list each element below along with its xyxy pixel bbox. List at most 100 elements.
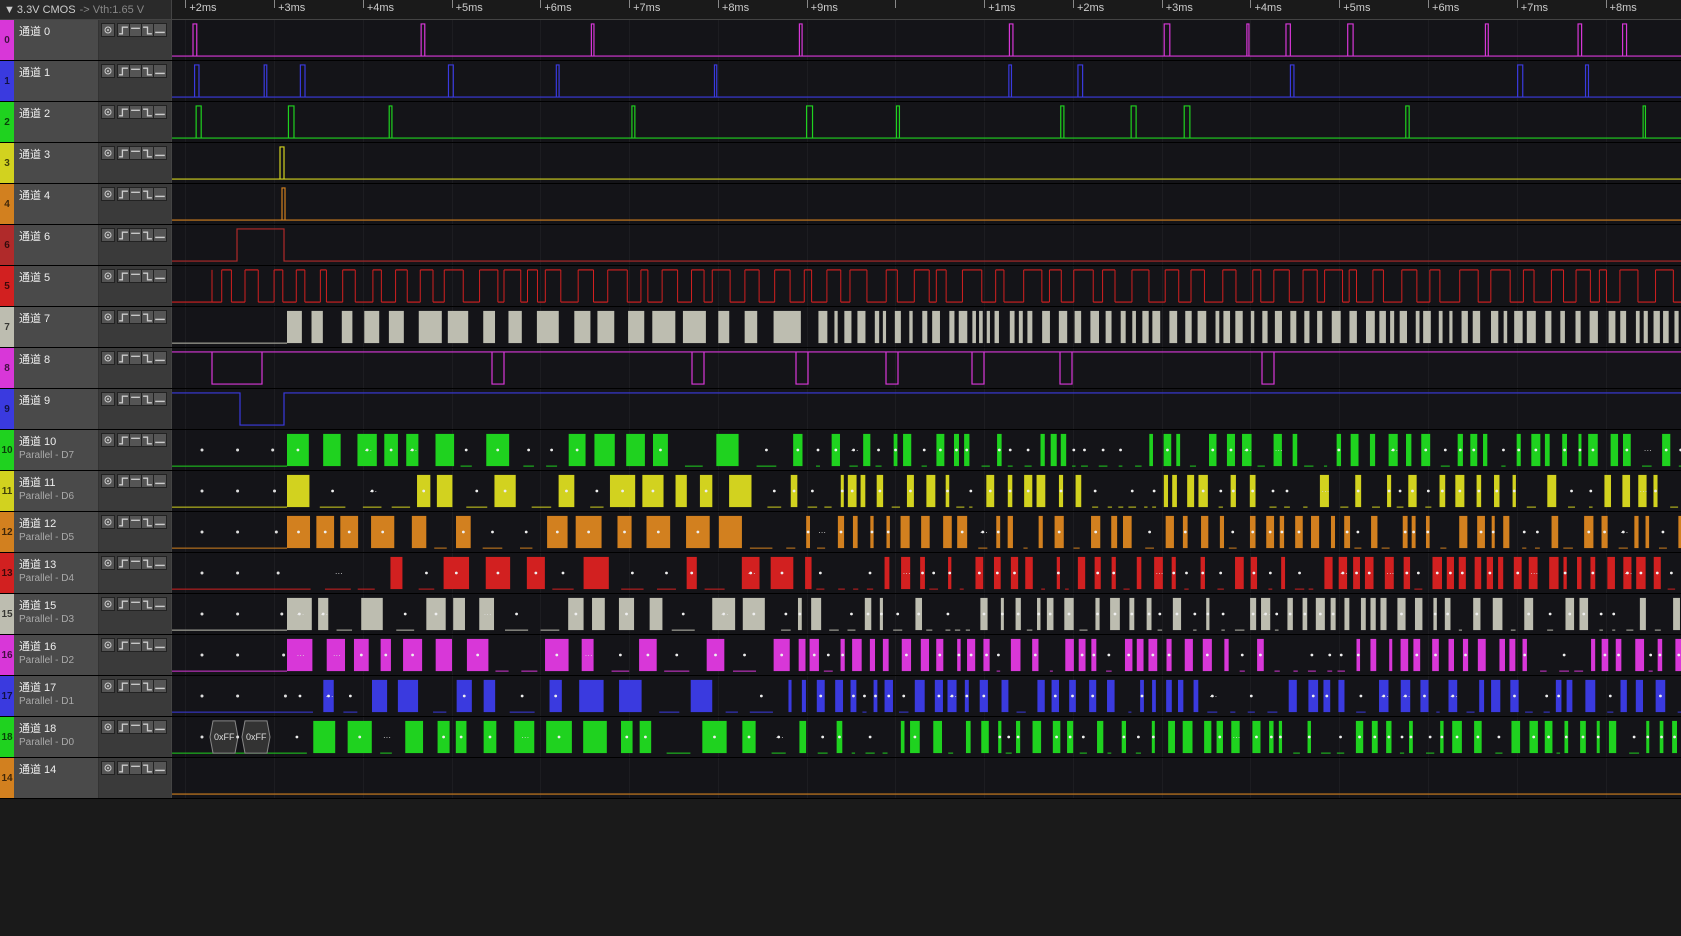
trigger-rising-icon[interactable] [118, 65, 130, 77]
trigger-low-icon[interactable] [154, 270, 166, 282]
gear-icon[interactable] [101, 638, 115, 652]
gear-icon[interactable] [101, 64, 115, 78]
gear-icon[interactable] [101, 515, 115, 529]
trigger-rising-icon[interactable] [118, 639, 130, 651]
trigger-high-icon[interactable] [130, 65, 142, 77]
gear-icon[interactable] [101, 310, 115, 324]
trigger-rising-icon[interactable] [118, 680, 130, 692]
gear-icon[interactable] [101, 392, 115, 406]
channel-label-area[interactable]: 通道 12 Parallel - D5 [14, 512, 99, 552]
waveform-area[interactable]: ····················· [172, 430, 1681, 470]
trigger-falling-icon[interactable] [142, 762, 154, 774]
channel-label-area[interactable]: 通道 9 [14, 389, 99, 429]
channel-label-area[interactable]: 通道 7 [14, 307, 99, 347]
trigger-rising-icon[interactable] [118, 557, 130, 569]
trigger-low-icon[interactable] [154, 475, 166, 487]
trigger-high-icon[interactable] [130, 598, 142, 610]
channel-color-strip[interactable]: 1 [0, 61, 14, 101]
gear-icon[interactable] [101, 433, 115, 447]
trigger-rising-icon[interactable] [118, 270, 130, 282]
trigger-low-icon[interactable] [154, 393, 166, 405]
channel-label-area[interactable]: 通道 13 Parallel - D4 [14, 553, 99, 593]
trigger-low-icon[interactable] [154, 24, 166, 36]
trigger-rising-icon[interactable] [118, 393, 130, 405]
trigger-low-icon[interactable] [154, 516, 166, 528]
channel-color-strip[interactable]: 17 [0, 676, 14, 716]
waveform-area[interactable] [172, 758, 1681, 798]
gear-icon[interactable] [101, 351, 115, 365]
trigger-falling-icon[interactable] [142, 434, 154, 446]
channel-color-strip[interactable]: 6 [0, 225, 14, 265]
trigger-low-icon[interactable] [154, 434, 166, 446]
waveform-area[interactable] [172, 20, 1681, 60]
trigger-high-icon[interactable] [130, 516, 142, 528]
gear-icon[interactable] [101, 187, 115, 201]
trigger-falling-icon[interactable] [142, 680, 154, 692]
trigger-falling-icon[interactable] [142, 598, 154, 610]
trigger-high-icon[interactable] [130, 147, 142, 159]
gear-icon[interactable] [101, 761, 115, 775]
trigger-rising-icon[interactable] [118, 721, 130, 733]
trigger-low-icon[interactable] [154, 557, 166, 569]
gear-icon[interactable] [101, 105, 115, 119]
trigger-high-icon[interactable] [130, 434, 142, 446]
trigger-low-icon[interactable] [154, 229, 166, 241]
gear-icon[interactable] [101, 23, 115, 37]
channel-label-area[interactable]: 通道 4 [14, 184, 99, 224]
trigger-high-icon[interactable] [130, 352, 142, 364]
trigger-falling-icon[interactable] [142, 147, 154, 159]
waveform-area[interactable]: ··············· [172, 594, 1681, 634]
trigger-low-icon[interactable] [154, 680, 166, 692]
gear-icon[interactable] [101, 720, 115, 734]
channel-label-area[interactable]: 通道 10 Parallel - D7 [14, 430, 99, 470]
waveform-area[interactable]: ········· [172, 471, 1681, 511]
trigger-rising-icon[interactable] [118, 352, 130, 364]
channel-color-strip[interactable]: 4 [0, 184, 14, 224]
channel-label-area[interactable]: 通道 8 [14, 348, 99, 388]
waveform-area[interactable] [172, 225, 1681, 265]
trigger-rising-icon[interactable] [118, 311, 130, 323]
trigger-falling-icon[interactable] [142, 106, 154, 118]
channel-color-strip[interactable]: 16 [0, 635, 14, 675]
trigger-high-icon[interactable] [130, 24, 142, 36]
waveform-area[interactable] [172, 102, 1681, 142]
channel-label-area[interactable]: 通道 5 [14, 266, 99, 306]
channel-label-area[interactable]: 通道 15 Parallel - D3 [14, 594, 99, 634]
channel-color-strip[interactable]: 5 [0, 266, 14, 306]
channel-color-strip[interactable]: 12 [0, 512, 14, 552]
gear-icon[interactable] [101, 597, 115, 611]
trigger-falling-icon[interactable] [142, 393, 154, 405]
gear-icon[interactable] [101, 679, 115, 693]
gear-icon[interactable] [101, 556, 115, 570]
channel-color-strip[interactable]: 0 [0, 20, 14, 60]
trigger-rising-icon[interactable] [118, 516, 130, 528]
channel-color-strip[interactable]: 2 [0, 102, 14, 142]
trigger-falling-icon[interactable] [142, 24, 154, 36]
trigger-falling-icon[interactable] [142, 639, 154, 651]
channel-label-area[interactable]: 通道 14 [14, 758, 99, 798]
trigger-rising-icon[interactable] [118, 762, 130, 774]
waveform-area[interactable] [172, 389, 1681, 429]
trigger-low-icon[interactable] [154, 598, 166, 610]
trigger-high-icon[interactable] [130, 680, 142, 692]
waveform-area[interactable]: 0xFF0xFF············ [172, 717, 1681, 757]
trigger-low-icon[interactable] [154, 311, 166, 323]
channel-label-area[interactable]: 通道 16 Parallel - D2 [14, 635, 99, 675]
waveform-area[interactable] [172, 348, 1681, 388]
waveform-area[interactable] [172, 307, 1681, 347]
waveform-area[interactable]: ························ [172, 553, 1681, 593]
channel-label-area[interactable]: 通道 3 [14, 143, 99, 183]
trigger-high-icon[interactable] [130, 311, 142, 323]
trigger-falling-icon[interactable] [142, 188, 154, 200]
channel-label-area[interactable]: 通道 0 [14, 20, 99, 60]
trigger-low-icon[interactable] [154, 721, 166, 733]
trigger-falling-icon[interactable] [142, 311, 154, 323]
trigger-high-icon[interactable] [130, 639, 142, 651]
channel-label-area[interactable]: 通道 17 Parallel - D1 [14, 676, 99, 716]
trigger-low-icon[interactable] [154, 188, 166, 200]
channel-label-area[interactable]: 通道 2 [14, 102, 99, 142]
channel-color-strip[interactable]: 18 [0, 717, 14, 757]
trigger-rising-icon[interactable] [118, 475, 130, 487]
channel-color-strip[interactable]: 14 [0, 758, 14, 798]
trigger-low-icon[interactable] [154, 639, 166, 651]
